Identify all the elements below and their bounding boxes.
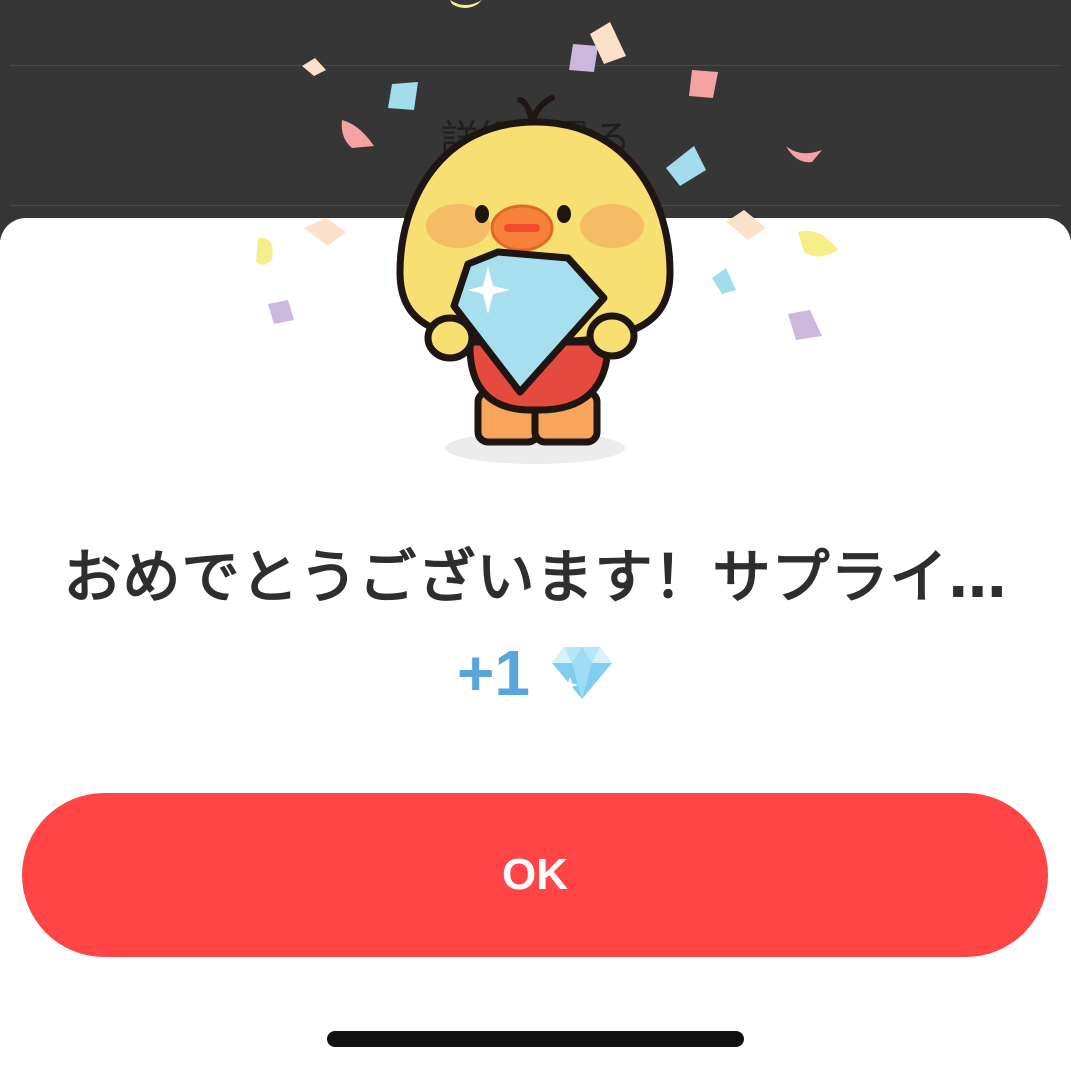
diamond-gem-icon <box>551 647 612 699</box>
reward-amount: +1 <box>457 637 530 709</box>
reward-row: +1 <box>0 636 1071 710</box>
home-indicator[interactable] <box>327 1031 744 1047</box>
reward-screen: 詳細を見る <box>0 0 1071 1071</box>
divider <box>10 65 1061 66</box>
ok-button[interactable]: OK <box>22 793 1048 957</box>
chick-mascot-icon <box>396 95 674 464</box>
congrats-title: おめでとうございます！サプライ… <box>63 543 1008 611</box>
